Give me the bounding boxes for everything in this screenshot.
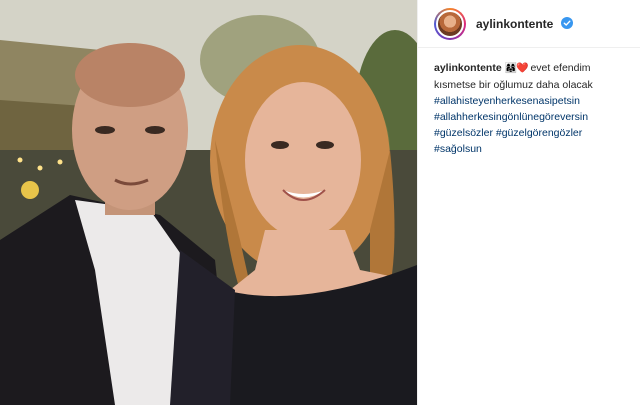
hashtag-link[interactable]: #sağolsun bbox=[434, 143, 482, 155]
hashtag-link[interactable]: #güzelgörengözler bbox=[496, 127, 582, 139]
header-username[interactable]: aylinkontente bbox=[476, 16, 573, 31]
caption-emoji: 👩‍👩‍👧❤️ bbox=[504, 63, 529, 74]
post-header: aylinkontente bbox=[418, 0, 640, 48]
post-side-panel: aylinkontente aylinkontente 👩‍👩‍👧❤️ evet… bbox=[417, 0, 640, 405]
verified-badge-icon bbox=[560, 16, 573, 29]
post-caption: aylinkontente 👩‍👩‍👧❤️ evet efendim kısme… bbox=[418, 48, 640, 157]
avatar[interactable] bbox=[436, 9, 464, 38]
username-text[interactable]: aylinkontente bbox=[476, 17, 553, 31]
couple-photo-illustration bbox=[0, 0, 417, 405]
caption-username[interactable]: aylinkontente bbox=[434, 62, 502, 74]
hashtag-link[interactable]: #allahisteyenherkesenasipetsin bbox=[434, 95, 580, 107]
post-photo[interactable] bbox=[0, 0, 417, 405]
hashtag-link[interactable]: #güzelsözler bbox=[434, 127, 493, 139]
hashtag-link[interactable]: #allahherkesingönlünegöreversin bbox=[434, 111, 588, 123]
avatar-story-ring[interactable] bbox=[434, 7, 466, 40]
